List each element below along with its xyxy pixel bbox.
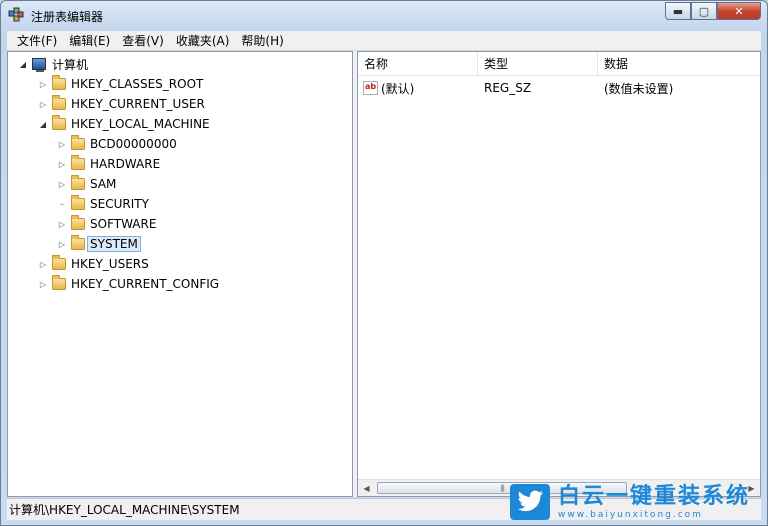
status-path: 计算机\HKEY_LOCAL_MACHINE\SYSTEM: [9, 503, 240, 517]
values-list[interactable]: 名称 类型 数据 ab (默认) REG_SZ (数值未设置) ◀ ||| ▶: [357, 51, 761, 497]
folder-icon: [52, 255, 66, 270]
folder-icon: [71, 175, 85, 190]
tree-node-security[interactable]: ┈ SECURITY: [57, 194, 149, 214]
maximize-button[interactable]: ▢: [691, 2, 717, 20]
expand-arrow-icon[interactable]: ▷: [38, 259, 48, 269]
column-header-type[interactable]: 类型: [478, 52, 598, 76]
value-data: (数值未设置): [604, 81, 674, 96]
window-controls: ▬ ▢ ✕: [665, 2, 761, 20]
close-button[interactable]: ✕: [717, 2, 761, 20]
registry-tree[interactable]: ◢ 计算机 ▷ HKEY_CLASSES_ROOT ▷ HKEY_CURRENT…: [7, 51, 353, 497]
menu-edit[interactable]: 编辑(E): [63, 32, 116, 49]
folder-icon: [52, 95, 66, 110]
tree-node-hku[interactable]: ▷ HKEY_USERS: [38, 254, 149, 274]
tree-node-hklm[interactable]: ◢ HKEY_LOCAL_MACHINE: [38, 114, 210, 134]
tree-node-bcd[interactable]: ▷ BCD00000000: [57, 134, 177, 154]
twitter-bird-icon: [510, 484, 550, 520]
tree-label-system-selected[interactable]: SYSTEM: [87, 236, 141, 252]
expand-arrow-icon[interactable]: ▷: [38, 79, 48, 89]
computer-icon: [32, 58, 46, 72]
folder-icon: [52, 275, 66, 290]
folder-icon: [71, 155, 85, 170]
column-header-name[interactable]: 名称: [358, 52, 478, 76]
folder-icon: [71, 195, 85, 210]
watermark-text: 白云一键重装系统 www.baiyunxitong.com: [558, 484, 750, 521]
registry-editor-window: 注册表编辑器 ▬ ▢ ✕ 文件(F) 编辑(E) 查看(V) 收藏夹(A) 帮助…: [0, 0, 768, 526]
collapse-arrow-icon[interactable]: ◢: [38, 119, 48, 129]
tree-label-hku[interactable]: HKEY_USERS: [71, 257, 149, 271]
tree-label-security[interactable]: SECURITY: [90, 197, 149, 211]
tree-line: ┈: [59, 199, 65, 209]
value-type: REG_SZ: [484, 81, 532, 95]
expand-arrow-icon[interactable]: ▷: [38, 279, 48, 289]
tree-label-computer[interactable]: 计算机: [52, 56, 88, 73]
watermark: 白云一键重装系统 www.baiyunxitong.com: [510, 480, 766, 524]
folder-icon: [71, 215, 85, 230]
window-title: 注册表编辑器: [31, 10, 104, 24]
tree-node-hkcc[interactable]: ▷ HKEY_CURRENT_CONFIG: [38, 274, 219, 294]
tree-label-software[interactable]: SOFTWARE: [90, 217, 156, 231]
tree-label-hkcc[interactable]: HKEY_CURRENT_CONFIG: [71, 277, 219, 291]
collapse-arrow-icon[interactable]: ◢: [18, 59, 28, 69]
menu-bar: 文件(F) 编辑(E) 查看(V) 收藏夹(A) 帮助(H): [7, 31, 761, 51]
tree-node-sam[interactable]: ▷ SAM: [57, 174, 116, 194]
folder-open-icon: [52, 115, 66, 130]
minimize-icon: ▬: [672, 4, 684, 18]
tree-node-hardware[interactable]: ▷ HARDWARE: [57, 154, 160, 174]
folder-icon: [71, 235, 85, 250]
tree-node-hkcu[interactable]: ▷ HKEY_CURRENT_USER: [38, 94, 205, 114]
expand-arrow-icon[interactable]: ▷: [57, 139, 67, 149]
expand-arrow-icon[interactable]: ▷: [57, 239, 67, 249]
value-name-cell: ab (默认): [358, 80, 478, 97]
column-header-data[interactable]: 数据: [598, 52, 760, 76]
menu-favorites[interactable]: 收藏夹(A): [170, 32, 236, 49]
tree-label-hardware[interactable]: HARDWARE: [90, 157, 160, 171]
title-bar[interactable]: 注册表编辑器 ▬ ▢ ✕: [1, 1, 767, 29]
tree-label-bcd[interactable]: BCD00000000: [90, 137, 177, 151]
tree-label-sam[interactable]: SAM: [90, 177, 116, 191]
menu-file[interactable]: 文件(F): [11, 32, 63, 49]
watermark-title: 白云一键重装系统: [558, 483, 751, 509]
expand-arrow-icon[interactable]: ▷: [38, 99, 48, 109]
tree-label-hklm[interactable]: HKEY_LOCAL_MACHINE: [71, 117, 210, 131]
menu-view[interactable]: 查看(V): [116, 32, 170, 49]
expand-arrow-icon[interactable]: ▷: [57, 159, 67, 169]
minimize-button[interactable]: ▬: [665, 2, 691, 20]
list-header: 名称 类型 数据: [358, 52, 760, 76]
expand-arrow-icon[interactable]: ▷: [57, 179, 67, 189]
tree-node-computer[interactable]: ◢ 计算机: [18, 54, 88, 74]
watermark-url: www.baiyunxitong.com: [558, 509, 703, 520]
maximize-icon: ▢: [698, 4, 710, 18]
list-item[interactable]: ab (默认) REG_SZ (数值未设置): [358, 78, 760, 98]
tree-node-system[interactable]: ▷ SYSTEM: [57, 234, 141, 254]
tree-node-hkcr[interactable]: ▷ HKEY_CLASSES_ROOT: [38, 74, 203, 94]
close-icon: ✕: [734, 4, 744, 18]
regedit-app-icon: [8, 7, 24, 22]
tree-label-hkcu[interactable]: HKEY_CURRENT_USER: [71, 97, 205, 111]
ab-string-icon: ab: [363, 81, 378, 95]
scroll-left-icon[interactable]: ◀: [358, 480, 375, 497]
tree-node-software[interactable]: ▷ SOFTWARE: [57, 214, 156, 234]
expand-arrow-icon[interactable]: ▷: [57, 219, 67, 229]
folder-icon: [52, 75, 66, 90]
folder-icon: [71, 135, 85, 150]
menu-help[interactable]: 帮助(H): [235, 32, 289, 49]
tree-label-hkcr[interactable]: HKEY_CLASSES_ROOT: [71, 77, 203, 91]
value-name: (默认): [381, 81, 415, 96]
